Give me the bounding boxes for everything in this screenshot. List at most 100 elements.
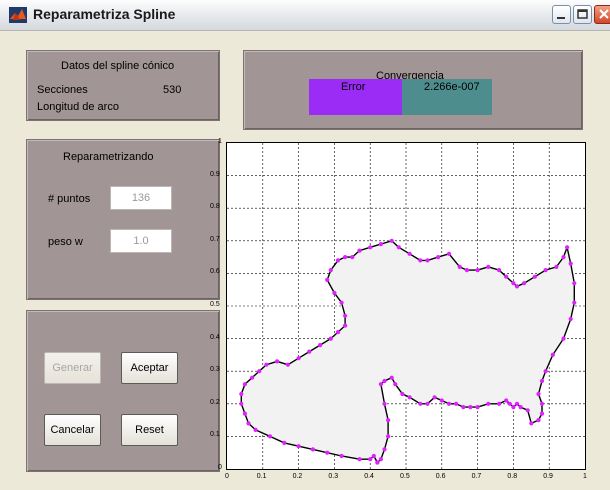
spline-point xyxy=(335,330,341,335)
error-value: 2.266e-007 xyxy=(424,81,480,93)
spline-point xyxy=(328,336,333,341)
y-tick-label: 0.3 xyxy=(210,366,220,374)
spline-point xyxy=(382,401,387,406)
spline-point xyxy=(343,255,348,260)
spline-point xyxy=(407,395,412,400)
spline-point xyxy=(497,401,502,406)
spline-point xyxy=(518,405,523,410)
arc-length-label: Longitud de arco xyxy=(37,101,119,113)
x-tick-label: 0.2 xyxy=(292,473,303,480)
spline-point xyxy=(242,382,247,387)
spline-point xyxy=(504,274,509,279)
spline-point xyxy=(264,362,269,367)
spline-point xyxy=(310,447,315,452)
spline-point xyxy=(511,281,516,286)
spline-point xyxy=(382,378,387,384)
spline-point xyxy=(454,401,459,406)
y-tick-label: 0.6 xyxy=(210,268,220,276)
spline-point xyxy=(332,290,337,296)
spline-point xyxy=(522,281,527,286)
points-label: # puntos xyxy=(48,193,91,205)
spline-point xyxy=(568,316,573,322)
y-tick-label: 1 xyxy=(218,138,222,145)
x-tick-label: 0.5 xyxy=(400,473,410,480)
close-button[interactable] xyxy=(594,5,610,24)
spline-point xyxy=(504,398,509,403)
spline-point xyxy=(282,440,287,445)
spline-point xyxy=(461,405,466,410)
spline-point xyxy=(239,391,244,397)
window-title: Reparametriza Spline xyxy=(33,6,176,22)
spline-point xyxy=(339,453,344,459)
sections-value: 530 xyxy=(163,84,182,96)
spline-point xyxy=(393,382,398,387)
minimize-button[interactable] xyxy=(552,5,571,24)
spline-point xyxy=(375,460,380,465)
spline-point xyxy=(425,258,430,263)
weight-input[interactable]: 1.0 xyxy=(110,229,172,253)
points-input[interactable]: 136 xyxy=(110,186,172,210)
spline-point xyxy=(497,268,502,273)
convergence-panel: Convergencia Error 2.266e-007 xyxy=(243,50,583,130)
spline-point xyxy=(532,274,537,279)
spline-point xyxy=(565,245,570,250)
maximize-icon xyxy=(577,9,588,19)
spline-panel-title: Datos del spline cónico xyxy=(61,60,175,72)
spline-point xyxy=(343,313,348,318)
reset-button[interactable]: Reset xyxy=(121,414,178,446)
spline-plot xyxy=(226,142,586,470)
spline-point xyxy=(486,264,491,269)
spline-point xyxy=(400,391,405,397)
spline-point xyxy=(325,277,330,282)
spline-point xyxy=(529,421,534,426)
spline-point xyxy=(536,418,541,423)
spline-point xyxy=(539,378,545,384)
title-bar[interactable]: Reparametriza Spline xyxy=(0,0,610,31)
spline-point xyxy=(457,264,462,269)
spline-point xyxy=(296,356,301,361)
spline-point xyxy=(464,268,469,273)
error-label: Error xyxy=(341,81,366,93)
spline-point xyxy=(368,457,373,462)
spline-point xyxy=(511,405,516,410)
spline-point xyxy=(425,401,430,406)
spline-point xyxy=(318,343,323,348)
spline-region-fill xyxy=(241,240,575,463)
generate-button[interactable]: Generar xyxy=(44,352,101,384)
y-tick-label: 0.4 xyxy=(210,333,220,341)
spline-point xyxy=(253,427,258,432)
spline-point xyxy=(543,369,548,374)
spline-point xyxy=(418,401,423,406)
x-tick-label: 0.3 xyxy=(328,473,339,480)
spline-point xyxy=(250,375,255,380)
spline-point xyxy=(343,323,348,328)
spline-point xyxy=(267,434,273,439)
spline-point xyxy=(378,242,383,247)
spline-point xyxy=(357,248,362,253)
spline-point xyxy=(378,457,383,462)
cancel-button[interactable]: Cancelar xyxy=(44,414,101,446)
x-tick-label: 0.9 xyxy=(543,473,553,480)
x-tick-label: 0.4 xyxy=(364,473,374,480)
spline-point xyxy=(561,336,566,341)
x-tick-label: 0.8 xyxy=(507,473,518,480)
spline-point xyxy=(507,401,512,406)
spline-point xyxy=(275,359,280,364)
y-tick-label: 0.2 xyxy=(210,398,220,406)
x-tick-label: 0 xyxy=(225,473,229,480)
x-tick-label: 0.1 xyxy=(256,473,267,480)
plot-canvas xyxy=(227,143,585,469)
spline-point xyxy=(436,255,441,260)
y-tick-label: 0 xyxy=(218,464,222,471)
spline-point xyxy=(339,300,344,305)
maximize-button[interactable] xyxy=(573,5,592,24)
accept-button[interactable]: Aceptar xyxy=(121,352,178,384)
reparametrize-title: Reparametrizando xyxy=(63,151,154,163)
spline-point xyxy=(239,401,244,406)
spline-point xyxy=(475,268,480,273)
spline-point xyxy=(386,418,391,423)
spline-point xyxy=(325,450,330,455)
spline-point xyxy=(432,395,437,400)
close-icon xyxy=(599,9,609,19)
spline-point xyxy=(396,245,401,250)
